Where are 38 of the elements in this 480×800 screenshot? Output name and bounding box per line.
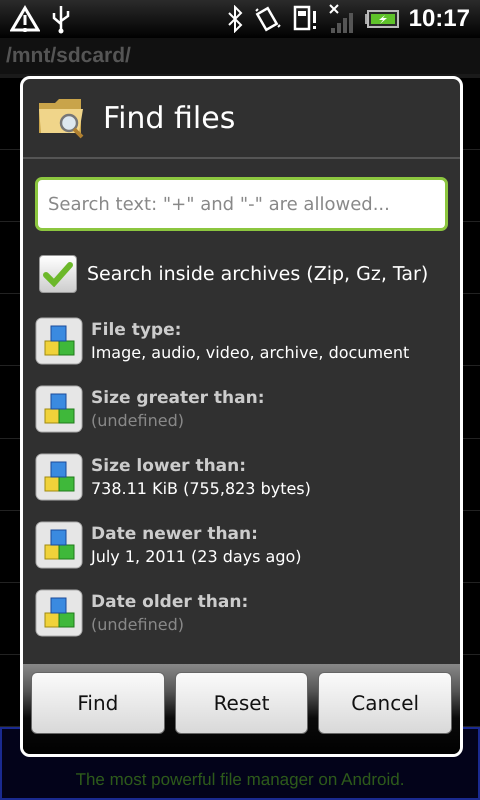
filter-option[interactable]: Date older than: (undefined) [35,579,448,647]
option-label: Date newer than: [91,524,259,544]
bluetooth-icon [226,5,243,33]
option-value: Image, audio, video, archive, document [91,343,410,362]
option-value: July 1, 2011 (23 days ago) [91,547,302,566]
battery-icon [364,10,399,28]
option-label: Size lower than: [91,456,248,476]
clock: 10:17 [408,5,470,33]
warning-icon [10,5,40,33]
cubes-icon [35,317,83,365]
option-value: (undefined) [91,411,185,430]
usb-icon [50,4,72,34]
path-label: /mnt/sdcard/ [6,44,131,68]
cubes-icon [35,589,83,637]
signal-icon [328,4,355,34]
search-field[interactable]: Search text: "+" and "-" are allowed... [35,177,448,231]
cubes-icon [35,521,83,569]
check-mark-icon [43,261,73,287]
checkbox-label: Search inside archives (Zip, Gz, Tar) [87,263,428,285]
dialog-button[interactable]: Cancel [318,672,452,734]
dialog-title: Find files [103,100,236,136]
checkbox[interactable] [39,255,77,293]
dialog-button[interactable]: Reset [174,672,308,734]
cubes-icon [35,453,83,501]
cubes-icon [35,385,83,433]
option-label: Date older than: [91,592,248,612]
sd-card-icon [292,5,319,33]
option-value: (undefined) [91,615,185,634]
option-label: Size greater than: [91,388,265,408]
filter-option[interactable]: Size lower than: 738.11 KiB (755,823 bytes) [35,443,448,511]
option-value: 738.11 KiB (755,823 bytes) [91,479,311,498]
filter-option[interactable]: Size greater than: (undefined) [35,375,448,443]
dialog-button[interactable]: Find [31,672,165,734]
option-label: File type: [91,320,182,340]
vibrate-icon [252,5,283,33]
filter-option[interactable]: Date newer than: July 1, 2011 (23 days ago) [35,511,448,579]
filter-option[interactable]: File type: Image, audio, video, archive, document [35,307,448,375]
banner-tagline: The most powerful file manager on Android. [76,770,404,790]
